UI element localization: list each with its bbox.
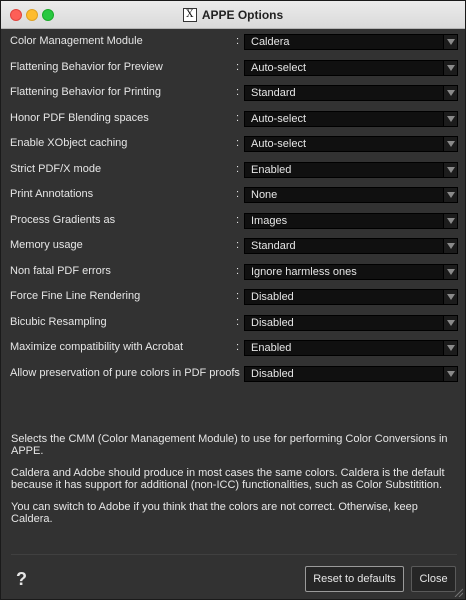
setting-dropdown[interactable]: Disabled	[244, 289, 458, 305]
setting-row: Flattening Behavior for Preview: Auto-sel…	[10, 60, 458, 76]
setting-dropdown-value: Standard	[251, 240, 296, 252]
setting-separator: :	[236, 214, 240, 226]
description-paragraph: Selects the CMM (Color Management Module…	[11, 433, 448, 457]
chevron-down-icon[interactable]	[443, 239, 457, 253]
setting-dropdown-value: Standard	[251, 87, 296, 99]
chevron-down-icon[interactable]	[443, 341, 457, 355]
setting-dropdown-value: Ignore harmless ones	[251, 266, 357, 278]
setting-separator: :	[236, 112, 240, 124]
setting-dropdown-value: Enabled	[251, 342, 292, 354]
chevron-down-icon[interactable]	[443, 367, 457, 381]
help-icon[interactable]: ?	[16, 569, 27, 590]
setting-dropdown-value: Disabled	[251, 291, 294, 303]
description-paragraph: You can switch to Adobe if you think tha…	[11, 501, 418, 525]
setting-separator: :	[236, 163, 240, 175]
setting-label: Process Gradients as	[10, 214, 116, 226]
setting-separator: :	[236, 341, 240, 353]
setting-row: Flattening Behavior for Printing: Standar…	[10, 85, 458, 101]
description-paragraph: Caldera and Adobe should produce in most…	[11, 467, 445, 491]
setting-label: Memory usage	[10, 239, 83, 251]
window-title: APPE Options	[201, 8, 284, 22]
setting-dropdown[interactable]: Auto-select	[244, 111, 458, 127]
footer-divider	[11, 554, 457, 555]
chevron-down-icon[interactable]	[443, 86, 457, 100]
chevron-down-icon[interactable]	[443, 163, 457, 177]
setting-label: Print Annotations	[10, 188, 94, 200]
setting-separator: :	[236, 316, 240, 328]
description-panel: Selects the CMM (Color Management Module…	[11, 433, 451, 535]
chevron-down-icon[interactable]	[443, 214, 457, 228]
setting-dropdown-value: Images	[251, 215, 288, 227]
setting-row: Print Annotations: None	[10, 187, 458, 203]
setting-label: Force Fine Line Rendering	[10, 290, 141, 302]
setting-label: Non fatal PDF errors	[10, 265, 111, 277]
setting-dropdown-value: Auto-select	[251, 62, 307, 74]
setting-dropdown-value: Auto-select	[251, 113, 307, 125]
setting-row: Bicubic Resampling: Disabled	[10, 315, 458, 331]
chevron-down-icon[interactable]	[443, 61, 457, 75]
setting-label: Bicubic Resampling	[10, 316, 107, 328]
setting-separator: :	[236, 367, 240, 379]
title-bar[interactable]: X APPE Options	[1, 1, 465, 29]
chevron-down-icon[interactable]	[443, 265, 457, 279]
setting-separator: :	[236, 188, 240, 200]
setting-label: Flattening Behavior for Printing	[10, 86, 162, 98]
title-group: X APPE Options	[1, 1, 465, 29]
setting-row: Color Management Module: Caldera	[10, 34, 458, 50]
setting-dropdown-value: Caldera	[251, 36, 290, 48]
setting-separator: :	[236, 265, 240, 277]
chevron-down-icon[interactable]	[443, 137, 457, 151]
setting-dropdown[interactable]: Standard	[244, 85, 458, 101]
setting-dropdown[interactable]: Caldera	[244, 34, 458, 50]
setting-dropdown[interactable]: Enabled	[244, 340, 458, 356]
setting-dropdown[interactable]: Ignore harmless ones	[244, 264, 458, 280]
resize-grip-icon[interactable]	[453, 587, 463, 597]
close-button[interactable]: Close	[411, 566, 456, 592]
setting-separator: :	[236, 86, 240, 98]
setting-dropdown-value: Disabled	[251, 317, 294, 329]
setting-separator: :	[236, 35, 240, 47]
setting-dropdown-value: Enabled	[251, 164, 292, 176]
setting-separator: :	[236, 239, 240, 251]
chevron-down-icon[interactable]	[443, 290, 457, 304]
setting-row: Honor PDF Blending spaces: Auto-select	[10, 111, 458, 127]
setting-dropdown[interactable]: Standard	[244, 238, 458, 254]
setting-label: Honor PDF Blending spaces	[10, 112, 149, 124]
setting-dropdown[interactable]: Images	[244, 213, 458, 229]
setting-label: Strict PDF/X mode	[10, 163, 102, 175]
setting-row: Maximize compatibility with Acrobat: Enab…	[10, 340, 458, 356]
chevron-down-icon[interactable]	[443, 188, 457, 202]
app-icon: X	[182, 8, 197, 22]
setting-separator: :	[236, 137, 240, 149]
setting-row: Allow preservation of pure colors in PDF…	[10, 366, 458, 382]
chevron-down-icon[interactable]	[443, 35, 457, 49]
setting-dropdown-value: Disabled	[251, 368, 294, 380]
setting-dropdown[interactable]: Enabled	[244, 162, 458, 178]
setting-dropdown[interactable]: Disabled	[244, 366, 458, 382]
setting-label: Allow preservation of pure colors in PDF…	[10, 367, 240, 379]
setting-label: Color Management Module	[10, 35, 143, 47]
setting-row: Force Fine Line Rendering: Disabled	[10, 289, 458, 305]
chevron-down-icon[interactable]	[443, 316, 457, 330]
setting-row: Memory usage: Standard	[10, 238, 458, 254]
setting-dropdown[interactable]: Auto-select	[244, 136, 458, 152]
setting-row: Non fatal PDF errors: Ignore harmless one…	[10, 264, 458, 280]
setting-dropdown-value: Auto-select	[251, 138, 307, 150]
setting-separator: :	[236, 290, 240, 302]
setting-row: Enable XObject caching: Auto-select	[10, 136, 458, 152]
setting-label: Flattening Behavior for Preview	[10, 61, 163, 73]
chevron-down-icon[interactable]	[443, 112, 457, 126]
setting-row: Process Gradients as: Images	[10, 213, 458, 229]
setting-row: Strict PDF/X mode: Enabled	[10, 162, 458, 178]
setting-label: Enable XObject caching	[10, 137, 128, 149]
setting-label: Maximize compatibility with Acrobat	[10, 341, 184, 353]
setting-dropdown[interactable]: None	[244, 187, 458, 203]
reset-to-defaults-button[interactable]: Reset to defaults	[305, 566, 404, 592]
appe-options-window: X APPE Options Color Management Module: C…	[0, 0, 466, 600]
setting-dropdown[interactable]: Disabled	[244, 315, 458, 331]
setting-dropdown[interactable]: Auto-select	[244, 60, 458, 76]
setting-dropdown-value: None	[251, 189, 278, 201]
setting-separator: :	[236, 61, 240, 73]
